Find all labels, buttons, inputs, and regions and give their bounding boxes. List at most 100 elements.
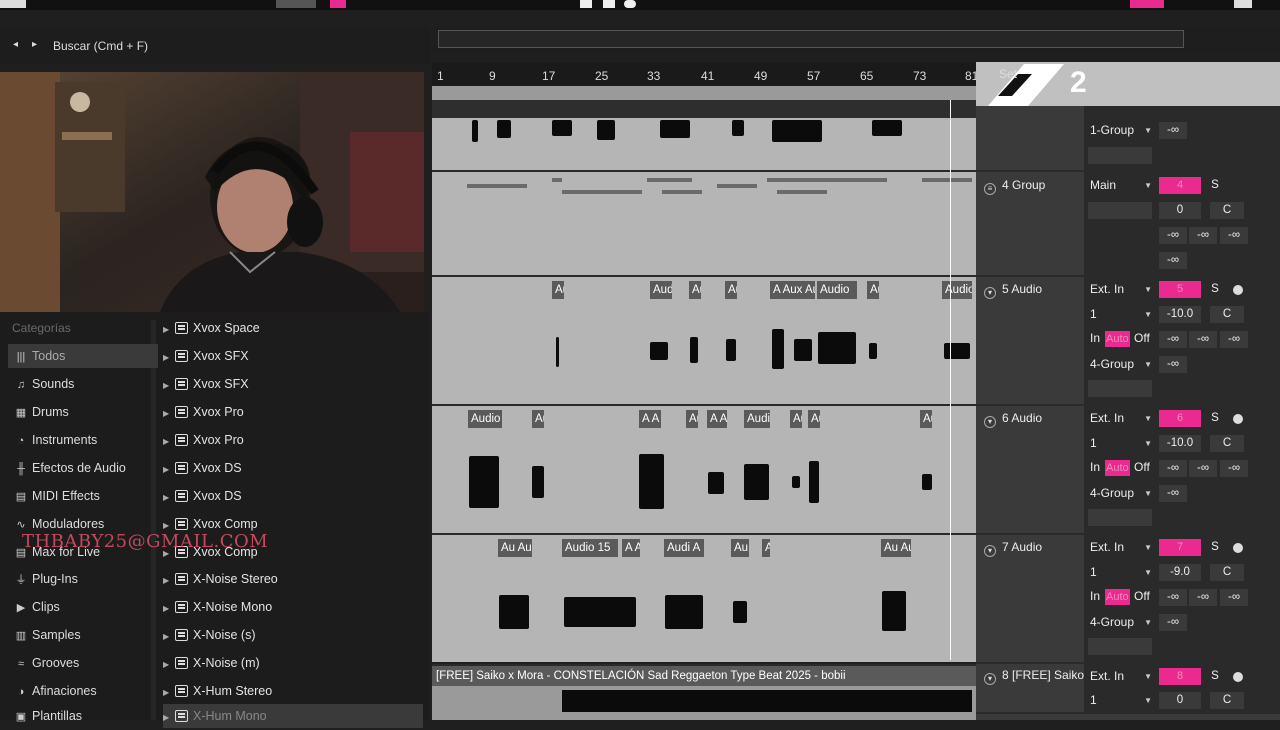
- send-knob[interactable]: -∞: [1189, 227, 1217, 244]
- track-lane-5-audio[interactable]: Au Aud Au Au A Aux Aud Audio Au Audio: [432, 275, 976, 404]
- send-knob[interactable]: -∞: [1159, 252, 1187, 269]
- file-item[interactable]: ▶ Xvox SFX: [163, 344, 423, 368]
- send-knob[interactable]: -∞: [1189, 589, 1217, 606]
- track-activator-button[interactable]: 7: [1159, 539, 1201, 556]
- monitor-auto-button[interactable]: Auto: [1105, 589, 1130, 605]
- monitor-in-button[interactable]: In: [1090, 331, 1100, 345]
- arm-record-icon[interactable]: [1233, 285, 1243, 295]
- expand-triangle-icon[interactable]: ▶: [163, 569, 175, 593]
- audio-clip[interactable]: Au: [552, 281, 564, 299]
- category-sounds[interactable]: ♫ Sounds: [8, 372, 158, 396]
- category-audio-effects[interactable]: ╫ Efectos de Audio: [8, 456, 158, 480]
- output-routing-dropdown[interactable]: 4-Group: [1086, 614, 1154, 631]
- expand-triangle-icon[interactable]: ▶: [163, 706, 175, 730]
- audio-clip[interactable]: Au: [725, 281, 737, 299]
- play-icon[interactable]: [580, 0, 592, 8]
- file-item[interactable]: ▶ Xvox SFX: [163, 372, 423, 396]
- expand-triangle-icon[interactable]: ▶: [163, 653, 175, 677]
- overview-window[interactable]: [438, 30, 1184, 48]
- audio-clip[interactable]: Audio: [942, 281, 972, 299]
- audio-clip[interactable]: Audi: [744, 410, 770, 428]
- category-samples[interactable]: ▥ Samples: [8, 623, 158, 647]
- send-knob[interactable]: -∞: [1220, 227, 1248, 244]
- send-knob[interactable]: -∞: [1220, 460, 1248, 477]
- fold-chevron-icon[interactable]: ▾: [984, 416, 996, 428]
- track-name-8[interactable]: ▾ 8 [FREE] Saiko: [984, 668, 1086, 685]
- expand-triangle-icon[interactable]: ▶: [163, 681, 175, 705]
- track-lane-7-audio[interactable]: Au Auc Audio 15 A A Audi A Au A Au Au: [432, 533, 976, 662]
- output-routing-dropdown[interactable]: Main: [1086, 177, 1154, 194]
- crossfade-button[interactable]: C: [1210, 202, 1244, 219]
- crossfade-button[interactable]: C: [1210, 435, 1244, 452]
- audio-clip[interactable]: Au Au: [881, 539, 911, 557]
- fold-chevron-icon[interactable]: ▾: [984, 545, 996, 557]
- send-knob[interactable]: -∞: [1159, 460, 1187, 477]
- category-drums[interactable]: ▦ Drums: [8, 400, 158, 424]
- monitor-auto-button[interactable]: Auto: [1105, 331, 1130, 347]
- bar-ruler[interactable]: 1 9 17 25 33 41 49 57 65 73 81: [432, 62, 978, 86]
- forward-arrow-icon[interactable]: ▸: [32, 39, 37, 50]
- audio-clip[interactable]: Au: [920, 410, 932, 428]
- track-name-5-audio[interactable]: ▾ 5 Audio: [984, 282, 1084, 299]
- input-channel-dropdown[interactable]: 1: [1086, 435, 1154, 452]
- audio-clip[interactable]: Au: [867, 281, 879, 299]
- audio-clip[interactable]: Audi A: [664, 539, 704, 557]
- audio-clip[interactable]: Audio: [817, 281, 857, 299]
- track-activator-button[interactable]: 5: [1159, 281, 1201, 298]
- volume-field[interactable]: -10.0: [1159, 435, 1201, 452]
- volume-field[interactable]: 0: [1159, 692, 1201, 709]
- audio-clip[interactable]: Audio 15: [562, 539, 618, 557]
- arm-record-icon[interactable]: [1233, 543, 1243, 553]
- arm-record-icon[interactable]: [1233, 672, 1243, 682]
- search-input[interactable]: Buscar (Cmd + F): [53, 39, 148, 53]
- crossfade-button[interactable]: C: [1210, 564, 1244, 581]
- expand-triangle-icon[interactable]: ▶: [163, 486, 175, 510]
- song-overview[interactable]: [432, 28, 1280, 52]
- monitor-auto-button[interactable]: Auto: [1105, 460, 1130, 476]
- track-lane-6-audio[interactable]: Audio 1 Au A A Au A Au Audi Au Au Au: [432, 404, 976, 533]
- monitor-off-button[interactable]: Off: [1134, 589, 1150, 603]
- beat-audio-clip[interactable]: [FREE] Saiko x Mora - CONSTELACIÓN Sad R…: [432, 664, 976, 720]
- send-knob[interactable]: -∞: [1220, 589, 1248, 606]
- arm-record-icon[interactable]: [1233, 414, 1243, 424]
- playhead-marker[interactable]: [950, 100, 951, 660]
- solo-button[interactable]: S: [1206, 668, 1224, 685]
- file-item[interactable]: ▶ X-Noise Stereo: [163, 567, 423, 591]
- audio-clip[interactable]: A Au: [707, 410, 727, 428]
- crossfade-button[interactable]: C: [1210, 306, 1244, 323]
- track-activator-button[interactable]: 8: [1159, 668, 1201, 685]
- file-item[interactable]: ▶ X-Noise (m): [163, 651, 423, 675]
- input-type-dropdown[interactable]: Ext. In: [1086, 410, 1154, 427]
- audio-clip[interactable]: A A: [639, 410, 661, 428]
- loop-brace[interactable]: [432, 86, 976, 100]
- fold-chevron-icon[interactable]: ▾: [984, 673, 996, 685]
- file-item[interactable]: ▶ Xvox Space: [163, 316, 423, 340]
- monitor-in-button[interactable]: In: [1090, 460, 1100, 474]
- file-item[interactable]: ▶ Xvox DS: [163, 484, 423, 508]
- send-knob[interactable]: -∞: [1159, 589, 1187, 606]
- audio-clip[interactable]: A A: [622, 539, 640, 557]
- input-channel-dropdown[interactable]: 1: [1086, 564, 1154, 581]
- output-routing-dropdown[interactable]: 1-Group: [1086, 122, 1154, 139]
- send-knob[interactable]: -∞: [1159, 227, 1187, 244]
- expand-triangle-icon[interactable]: ▶: [163, 346, 175, 370]
- file-item[interactable]: ▶ X-Hum Mono: [163, 704, 423, 728]
- audio-clip[interactable]: Audio 1: [468, 410, 502, 428]
- fold-icon[interactable]: ≡: [984, 183, 996, 195]
- tempo-field[interactable]: [276, 0, 316, 8]
- audio-clip[interactable]: Au: [808, 410, 820, 428]
- fold-chevron-icon[interactable]: ▾: [984, 287, 996, 299]
- input-channel-dropdown[interactable]: 1: [1086, 692, 1154, 709]
- category-tunings[interactable]: ◑ Afinaciones: [8, 679, 158, 703]
- audio-clip[interactable]: A: [762, 539, 770, 557]
- output-routing-dropdown[interactable]: 4-Group: [1086, 485, 1154, 502]
- input-type-dropdown[interactable]: Ext. In: [1086, 668, 1154, 685]
- stop-icon[interactable]: [603, 0, 615, 8]
- track-lane[interactable]: [432, 118, 976, 170]
- send-knob[interactable]: -∞: [1159, 331, 1187, 348]
- output-routing-dropdown[interactable]: 4-Group: [1086, 356, 1154, 373]
- solo-button[interactable]: S: [1206, 281, 1224, 298]
- volume-field[interactable]: -10.0: [1159, 306, 1201, 323]
- audio-clip[interactable]: Au Auc: [498, 539, 532, 557]
- expand-triangle-icon[interactable]: ▶: [163, 625, 175, 649]
